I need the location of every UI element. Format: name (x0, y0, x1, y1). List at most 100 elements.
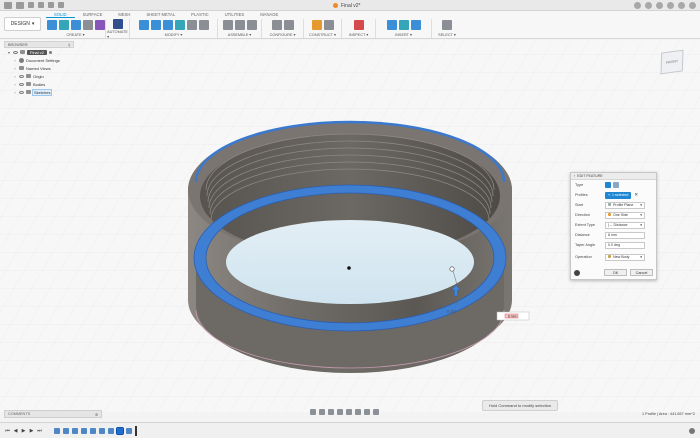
browser-root-item[interactable]: ▾ Final v2 (4, 48, 74, 56)
extent-type-select[interactable]: |↔ Distance ▾ (605, 221, 645, 229)
timeline-feature-extrude[interactable] (63, 427, 69, 434)
insert-menu[interactable]: INSERT ▾ (395, 32, 412, 37)
collapse-icon[interactable]: ‹| (68, 43, 70, 47)
tab-solid[interactable]: SOLID (46, 12, 75, 18)
move-icon[interactable] (198, 20, 209, 30)
tab-surface[interactable]: SURFACE (75, 12, 111, 18)
pan-icon[interactable] (328, 409, 334, 415)
configure-menu[interactable]: CONFIGURE ▾ (270, 32, 296, 37)
extrude-type-solid-icon[interactable] (605, 182, 611, 188)
extensions-icon[interactable] (645, 2, 652, 9)
visibility-eye-icon[interactable] (13, 50, 18, 54)
tab-utilities[interactable]: UTILITIES (217, 12, 253, 18)
extrude-icon[interactable] (58, 20, 69, 30)
taper-angle-input[interactable]: 0.0 deg (605, 241, 645, 249)
orbit-icon[interactable] (310, 409, 316, 415)
revolve-icon[interactable] (70, 20, 81, 30)
chevron-right-icon[interactable]: › (13, 90, 17, 95)
chamfer-icon[interactable] (162, 20, 173, 30)
pattern-icon[interactable] (94, 20, 105, 30)
hole-icon[interactable] (82, 20, 93, 30)
fit-icon[interactable] (346, 409, 352, 415)
as-built-joint-icon[interactable] (246, 20, 257, 30)
inspect-menu[interactable]: INSPECT ▾ (349, 32, 368, 37)
info-icon[interactable] (574, 269, 580, 276)
measure-icon[interactable] (353, 20, 364, 30)
chevron-right-icon[interactable]: › (13, 58, 17, 63)
automate-icon[interactable] (112, 19, 123, 29)
configure-parameters-icon[interactable] (283, 20, 294, 30)
ok-button[interactable]: OK (604, 269, 627, 276)
go-to-end-icon[interactable]: ⏭ (37, 428, 42, 434)
browser-item-named-views[interactable]: › Named Views (4, 64, 74, 72)
timeline-feature-sketch[interactable] (72, 427, 78, 434)
create-menu[interactable]: CREATE ▾ (66, 32, 84, 37)
document-tab[interactable]: Final v2* (333, 1, 360, 10)
ring-body[interactable] (188, 120, 512, 373)
viewports-icon[interactable] (373, 409, 379, 415)
browser-item-origin[interactable]: › Origin (4, 72, 74, 80)
expand-icon[interactable]: ⊕ (95, 412, 98, 417)
user-avatar[interactable] (689, 2, 696, 9)
shell-icon[interactable] (174, 20, 185, 30)
fillet-icon[interactable] (150, 20, 161, 30)
dimension-input[interactable]: 8 mm (496, 311, 530, 321)
timeline-feature-sketch[interactable] (54, 427, 60, 434)
profiles-selection-button[interactable]: ↖ 1 selected (605, 191, 632, 199)
profile-face[interactable] (226, 220, 474, 304)
operation-select[interactable]: New Body ▾ (605, 253, 645, 261)
visibility-eye-icon[interactable] (19, 82, 24, 86)
timeline-feature-extrude-active[interactable] (116, 426, 124, 435)
panel-header[interactable]: › EDIT FEATURE (571, 173, 656, 180)
zoom-icon[interactable] (337, 409, 343, 415)
decal-icon[interactable] (410, 20, 421, 30)
offset-plane-icon[interactable] (311, 20, 322, 30)
new-tab-icon[interactable] (634, 2, 641, 9)
joint-icon[interactable] (234, 20, 245, 30)
tab-sheet-metal[interactable]: SHEET METAL (138, 12, 183, 18)
direction-select[interactable]: One Side ▾ (605, 211, 645, 219)
timeline-feature-sketch[interactable] (81, 427, 87, 434)
activate-radio-icon[interactable] (49, 50, 53, 54)
tab-mesh[interactable]: MESH (110, 12, 138, 18)
grid-settings-icon[interactable] (364, 409, 370, 415)
press-pull-icon[interactable] (138, 20, 149, 30)
help-icon[interactable] (678, 2, 685, 9)
look-at-icon[interactable] (319, 409, 325, 415)
job-status-icon[interactable] (656, 2, 663, 9)
gear-icon[interactable] (689, 428, 695, 434)
browser-item-sketches[interactable]: › Sketches (4, 88, 74, 96)
collapse-arrow-icon[interactable]: › (574, 174, 575, 178)
browser-item-bodies[interactable]: › Bodies (4, 80, 74, 88)
assemble-menu[interactable]: ASSEMBLE ▾ (228, 32, 251, 37)
chevron-right-icon[interactable]: › (13, 82, 17, 87)
modify-menu[interactable]: MODIFY ▾ (165, 32, 183, 37)
configure-table-icon[interactable] (271, 20, 282, 30)
construct-menu[interactable]: CONSTRUCT ▾ (309, 32, 336, 37)
insert-derive-icon[interactable] (386, 20, 397, 30)
create-sketch-icon[interactable] (46, 20, 57, 30)
step-back-icon[interactable]: ◀ (13, 428, 18, 434)
app-grid-icon[interactable] (4, 1, 12, 9)
select-menu[interactable]: SELECT ▾ (438, 32, 456, 37)
file-menu-icon[interactable] (16, 1, 24, 9)
select-icon[interactable] (442, 20, 452, 30)
clear-selection-icon[interactable]: ✕ (634, 192, 638, 198)
step-forward-icon[interactable]: ▶ (29, 428, 34, 434)
go-to-start-icon[interactable]: ⏮ (5, 428, 10, 434)
automate-menu[interactable]: AUTOMATE ▾ (107, 30, 128, 39)
new-component-icon[interactable] (222, 20, 233, 30)
redo-icon[interactable] (48, 2, 54, 8)
timeline-feature-combine[interactable] (108, 427, 114, 434)
play-icon[interactable]: ▶ (21, 428, 26, 434)
viewcube[interactable]: FRONT (660, 49, 684, 75)
timeline-marker[interactable] (135, 425, 137, 436)
save-icon[interactable] (28, 2, 34, 8)
browser-header[interactable]: BROWSER ‹| (4, 41, 74, 48)
timeline-feature-sketch[interactable] (99, 427, 105, 434)
workspace-switcher[interactable]: DESIGN ▾ (4, 17, 41, 31)
cancel-button[interactable]: Cancel (630, 269, 653, 276)
display-settings-icon[interactable] (355, 409, 361, 415)
timeline-feature-sketch[interactable] (126, 427, 132, 434)
visibility-eye-icon[interactable] (19, 90, 24, 94)
